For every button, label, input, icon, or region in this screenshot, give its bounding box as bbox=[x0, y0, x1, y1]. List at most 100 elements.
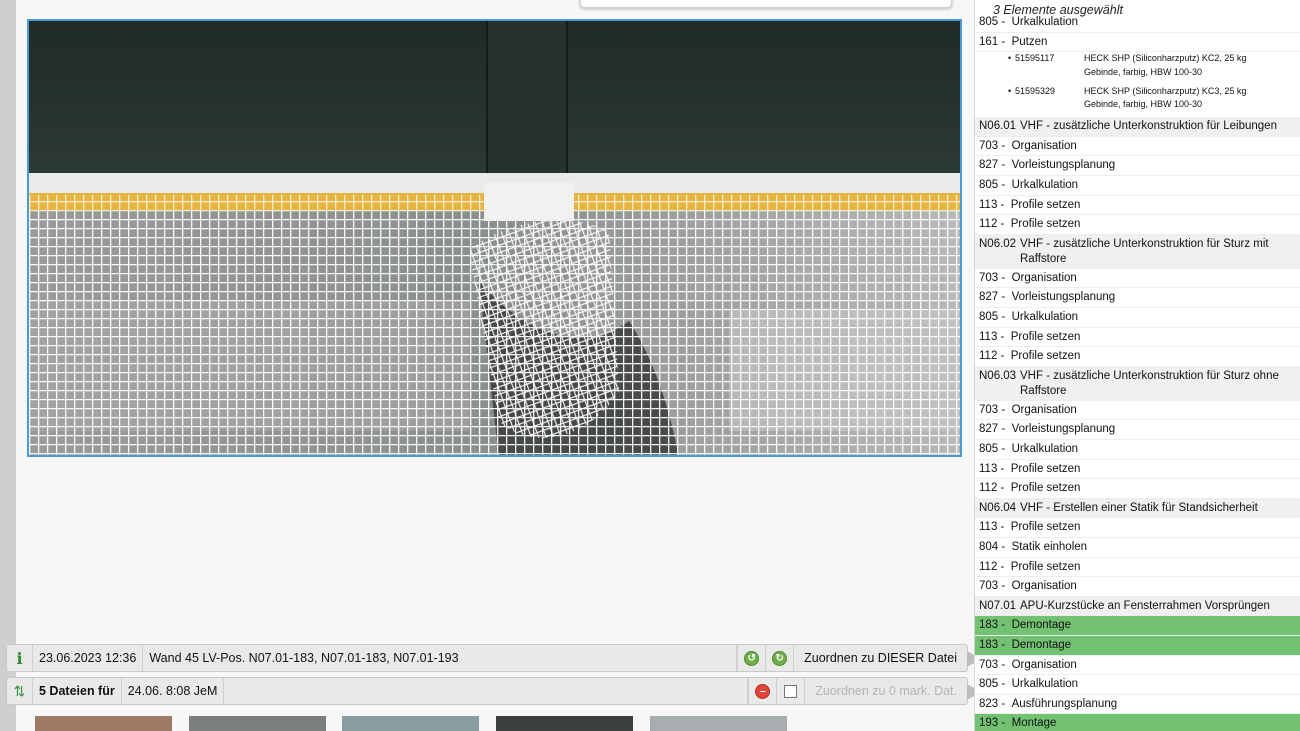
task-label: Urkalkulation bbox=[1011, 678, 1079, 691]
task-label: Profile setzen bbox=[1010, 462, 1081, 475]
task-code: 112 - bbox=[979, 560, 1011, 573]
position-header[interactable]: N06.01 VHF - zusätzliche Unterkonstrukti… bbox=[975, 117, 1300, 137]
task-label: Demontage bbox=[1011, 619, 1072, 632]
task-label: Montage bbox=[1011, 717, 1057, 730]
task-row[interactable]: 112 - Profile setzen bbox=[975, 558, 1300, 578]
task-code: 112 - bbox=[979, 350, 1011, 363]
task-code: N06.01 bbox=[979, 120, 1023, 133]
task-row[interactable]: 703 - Organisation bbox=[975, 401, 1300, 421]
position-list-panel: 3 Elemente ausgewählt 805 - Urkalkulatio… bbox=[974, 0, 1300, 731]
task-row[interactable]: 112 - Profile setzen bbox=[975, 215, 1300, 235]
task-row[interactable]: 805 - Urkalkulation bbox=[975, 308, 1300, 328]
task-label: Urkalkulation bbox=[1011, 443, 1079, 455]
thumbnail-5[interactable] bbox=[650, 716, 787, 731]
task-row[interactable]: 113 - Profile setzen bbox=[975, 196, 1300, 216]
bullet-icon: • bbox=[1008, 53, 1012, 64]
task-row[interactable]: 827 - Vorleistungsplanung bbox=[975, 420, 1300, 440]
material-number: 51595329 bbox=[1015, 85, 1056, 96]
thumbnail-3[interactable] bbox=[342, 716, 479, 731]
task-label: Profile setzen bbox=[1010, 198, 1081, 211]
task-code: 827 - bbox=[979, 423, 1012, 436]
rotate-right-icon[interactable]: ↻ bbox=[765, 645, 793, 671]
task-row[interactable]: 183 - Demontage bbox=[975, 636, 1300, 656]
task-label: Urkalkulation bbox=[1011, 179, 1079, 191]
task-label: Profile setzen bbox=[1010, 218, 1081, 231]
task-code: N06.04 bbox=[979, 501, 1023, 514]
task-code: 112 - bbox=[979, 218, 1011, 231]
task-row[interactable]: 827 - Vorleistungsplanung bbox=[975, 156, 1300, 176]
task-row[interactable]: 805 - Urkalkulation bbox=[975, 13, 1300, 33]
task-row[interactable]: 805 - Urkalkulation bbox=[975, 176, 1300, 196]
material-description: HECK SHP (Siliconharzputz) KC3, 25 kg Ge… bbox=[1084, 85, 1247, 110]
position-header[interactable]: N06.02 VHF - zusätzliche Unterkonstrukti… bbox=[975, 234, 1300, 269]
task-row[interactable]: 823 - Ausführungsplanung bbox=[975, 695, 1300, 715]
rotate-left-icon[interactable]: ↺ bbox=[737, 645, 765, 671]
task-code: 805 - bbox=[979, 179, 1012, 191]
task-label: APU-Kurzstücke an Fensterrahmen Vorsprün… bbox=[1020, 599, 1270, 612]
info-icon[interactable]: i bbox=[7, 645, 33, 671]
task-row[interactable]: 193 - Montage bbox=[975, 714, 1300, 731]
task-code: 823 - bbox=[979, 697, 1012, 710]
task-row[interactable]: 805 - Urkalkulation bbox=[975, 675, 1300, 695]
task-code: 183 - bbox=[979, 619, 1012, 632]
files-date: 24.06. 8:08 JeM bbox=[122, 678, 225, 704]
task-code: 805 - bbox=[979, 311, 1012, 323]
task-label: Vorleistungsplanung bbox=[1011, 423, 1116, 436]
task-row[interactable]: 703 - Organisation bbox=[975, 137, 1300, 157]
task-code: 703 - bbox=[979, 139, 1012, 152]
task-code: 161 - bbox=[979, 35, 1012, 48]
task-row[interactable]: 113 - Profile setzen bbox=[975, 328, 1300, 348]
task-label: VHF - zusätzliche Unterkonstruktion für … bbox=[1020, 369, 1279, 397]
thumbnail-2[interactable] bbox=[189, 716, 326, 731]
selected-photo[interactable] bbox=[27, 19, 962, 457]
task-row[interactable]: 703 - Organisation bbox=[975, 269, 1300, 289]
photo-info-bar: i 23.06.2023 12:36 Wand 45 LV-Pos. N07.0… bbox=[6, 644, 981, 672]
remove-icon[interactable]: – bbox=[748, 678, 776, 704]
task-label: Urkalkulation bbox=[1011, 16, 1079, 28]
task-label: Profile setzen bbox=[1010, 482, 1081, 495]
task-label: VHF - zusätzliche Unterkonstruktion für … bbox=[1020, 120, 1277, 133]
task-label: Putzen bbox=[1011, 35, 1048, 48]
refresh-icon[interactable]: ⇅ bbox=[7, 678, 33, 704]
task-row[interactable]: 113 - Profile setzen bbox=[975, 518, 1300, 538]
task-row[interactable]: 703 - Organisation bbox=[975, 577, 1300, 597]
task-code: 193 - bbox=[979, 717, 1012, 730]
task-code: 827 - bbox=[979, 159, 1012, 172]
task-code: 113 - bbox=[979, 330, 1011, 343]
task-code: 805 - bbox=[979, 443, 1012, 455]
task-label: Profile setzen bbox=[1010, 330, 1081, 343]
task-label: Urkalkulation bbox=[1011, 311, 1079, 323]
mark-checkbox[interactable] bbox=[776, 678, 804, 704]
task-label: Organisation bbox=[1011, 580, 1077, 593]
assign-this-file-button[interactable]: Zuordnen zu DIESER Datei bbox=[793, 645, 967, 671]
task-row[interactable]: 113 - Profile setzen bbox=[975, 460, 1300, 480]
material-description: HECK SHP (Siliconharzputz) KC2, 25 kg Ge… bbox=[1084, 53, 1247, 77]
assign-marked-button[interactable]: Zuordnen zu 0 mark. Dat. bbox=[804, 678, 967, 704]
task-row[interactable]: 703 - Organisation bbox=[975, 656, 1300, 676]
photo-description[interactable]: Wand 45 LV-Pos. N07.01-183, N07.01-183, … bbox=[143, 645, 738, 671]
task-label: Profile setzen bbox=[1010, 521, 1081, 534]
task-label: Vorleistungsplanung bbox=[1011, 291, 1116, 304]
position-header[interactable]: N06.03 VHF - zusätzliche Unterkonstrukti… bbox=[975, 366, 1300, 401]
task-row[interactable]: 161 - Putzen bbox=[975, 33, 1300, 53]
task-row[interactable]: 805 - Urkalkulation bbox=[975, 440, 1300, 460]
thumbnail-4[interactable] bbox=[496, 716, 633, 731]
task-row[interactable]: 183 - Demontage bbox=[975, 616, 1300, 636]
task-label: Vorleistungsplanung bbox=[1011, 159, 1116, 172]
task-code: N07.01 bbox=[979, 599, 1023, 612]
task-label: Organisation bbox=[1011, 271, 1077, 284]
task-row[interactable]: 112 - Profile setzen bbox=[975, 347, 1300, 367]
task-row[interactable]: 827 - Vorleistungsplanung bbox=[975, 288, 1300, 308]
bullet-icon: • bbox=[1008, 85, 1012, 96]
task-row[interactable]: 112 - Profile setzen bbox=[975, 479, 1300, 499]
thumbnail-1[interactable] bbox=[35, 716, 172, 731]
task-row[interactable]: 804 - Statik einholen bbox=[975, 538, 1300, 558]
material-number: 51595117 bbox=[1015, 53, 1055, 64]
task-code: 703 - bbox=[979, 580, 1012, 593]
position-header[interactable]: N06.04 VHF - Erstellen einer Statik für … bbox=[975, 498, 1300, 519]
files-count: 5 Dateien für bbox=[33, 678, 122, 704]
task-label: VHF - zusätzliche Unterkonstruktion für … bbox=[1020, 237, 1269, 265]
task-label: Profile setzen bbox=[1010, 560, 1081, 573]
position-header[interactable]: N07.01 APU-Kurzstücke an Fensterrahmen V… bbox=[975, 596, 1300, 617]
task-code: 703 - bbox=[979, 403, 1012, 416]
